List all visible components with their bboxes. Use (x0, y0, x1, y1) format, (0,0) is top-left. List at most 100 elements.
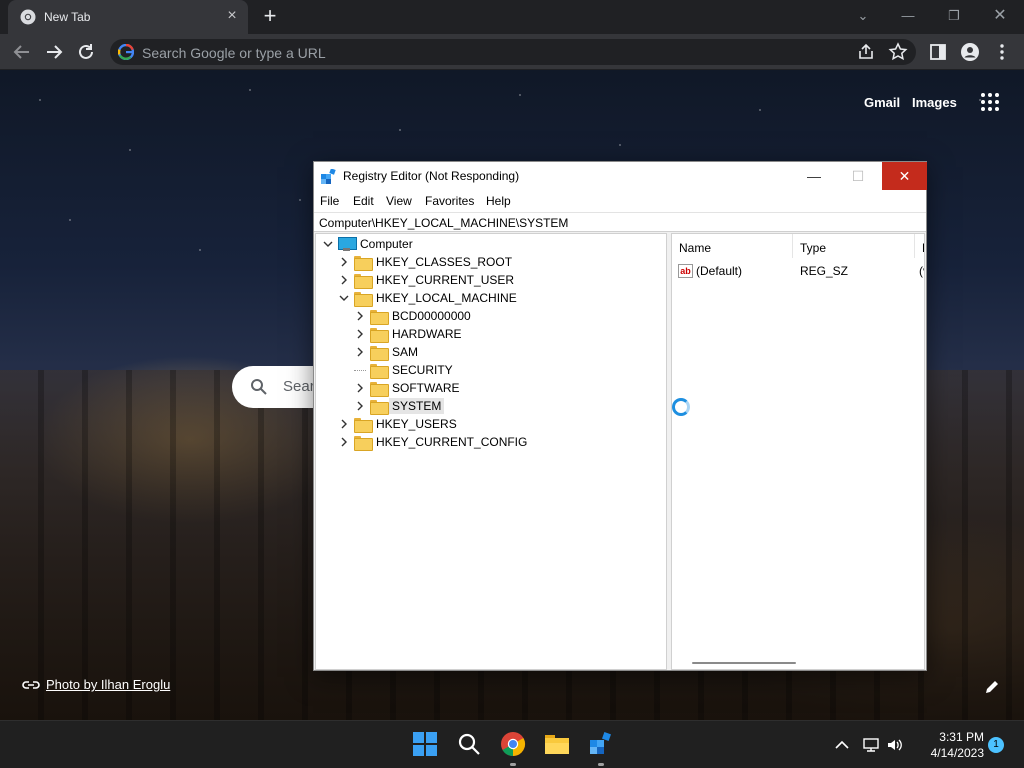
taskbar-search-icon[interactable] (456, 731, 482, 757)
images-link[interactable]: Images (912, 95, 957, 110)
tree-node-bcd[interactable]: BCD00000000 (354, 307, 471, 325)
taskbar-file-explorer-icon[interactable] (544, 731, 570, 757)
horizontal-scrollbar[interactable] (692, 662, 796, 664)
google-apps-grid-icon[interactable] (980, 92, 1000, 112)
volume-icon[interactable] (886, 736, 904, 754)
back-arrow-icon[interactable] (10, 40, 34, 64)
side-panel-icon[interactable] (928, 42, 948, 62)
windows-start-icon[interactable] (412, 731, 438, 757)
column-header-type[interactable]: Type (793, 234, 915, 258)
tree-node-computer[interactable]: Computer (322, 235, 413, 253)
tree-node-sam[interactable]: SAM (354, 343, 418, 361)
menu-favorites[interactable]: Favorites (425, 194, 474, 208)
folder-icon (370, 327, 389, 343)
tree-node-system[interactable]: SYSTEM (354, 397, 445, 415)
reload-icon[interactable] (74, 40, 98, 64)
minimize-button[interactable]: — (893, 6, 923, 26)
share-icon[interactable] (856, 42, 876, 62)
tree-label: SAM (392, 345, 419, 359)
omnibox[interactable]: Search Google or type a URL (110, 39, 916, 65)
customize-pencil-icon[interactable] (984, 679, 1000, 695)
kebab-menu-icon[interactable] (992, 42, 1012, 62)
tree-node-security[interactable]: SECURITY (354, 361, 453, 379)
value-row-default[interactable]: ab (Default) (678, 262, 742, 280)
registry-address-bar[interactable]: Computer\HKEY_LOCAL_MACHINE\SYSTEM (314, 212, 926, 232)
clock-date: 4/14/2023 (930, 746, 984, 760)
profile-icon[interactable] (960, 42, 980, 62)
close-window-button[interactable]: ✕ (985, 6, 1015, 26)
tree-node-hku[interactable]: HKEY_USERS (338, 415, 457, 433)
chevron-right-icon[interactable] (338, 418, 350, 430)
chevron-right-icon[interactable] (354, 382, 366, 394)
bookmark-star-icon[interactable] (888, 42, 908, 62)
windows-taskbar: 3:31 PM 4/14/2023 1 (0, 720, 1024, 768)
taskbar-registry-editor-icon[interactable] (588, 731, 614, 757)
registry-editor-app-icon (321, 169, 336, 184)
new-tab-button[interactable]: + (258, 5, 282, 28)
restore-button[interactable]: ❐ (939, 6, 969, 26)
chrome-icon (20, 9, 36, 25)
forward-arrow-icon[interactable] (42, 40, 66, 64)
chevron-down-icon[interactable] (338, 292, 350, 304)
chevron-right-icon[interactable] (354, 400, 366, 412)
chevron-right-icon[interactable] (338, 256, 350, 268)
folder-icon (370, 363, 389, 379)
tree-node-hardware[interactable]: HARDWARE (354, 325, 462, 343)
tree-label: HKEY_LOCAL_MACHINE (376, 291, 517, 305)
folder-icon (354, 273, 373, 289)
folder-icon (370, 345, 389, 361)
tab-close-icon[interactable]: × (224, 8, 240, 24)
registry-editor-window: Registry Editor (Not Responding) — ☐ ✕ F… (313, 161, 927, 671)
menu-help[interactable]: Help (486, 194, 511, 208)
browser-tab-strip: New Tab × + ⌄ — ❐ ✕ (0, 0, 1024, 34)
string-value-icon: ab (678, 264, 693, 278)
menu-edit[interactable]: Edit (353, 194, 374, 208)
tree-label: Computer (360, 237, 413, 251)
tree-connector (354, 364, 366, 371)
tree-label: HARDWARE (392, 327, 462, 341)
taskbar-clock[interactable]: 3:31 PM 4/14/2023 (914, 729, 984, 761)
photo-credit-link[interactable]: Photo by Ilhan Eroglu (22, 677, 170, 692)
tree-node-software[interactable]: SOFTWARE (354, 379, 460, 397)
menu-file[interactable]: File (320, 194, 339, 208)
value-name: (Default) (696, 264, 743, 278)
notification-badge[interactable]: 1 (988, 737, 1004, 753)
folder-icon (354, 291, 373, 307)
taskbar-chrome-icon[interactable] (500, 731, 526, 757)
value-type: REG_SZ (800, 264, 849, 278)
tab-title: New Tab (44, 10, 91, 24)
column-header-data[interactable]: D (915, 234, 924, 258)
tree-label: HKEY_USERS (376, 417, 457, 431)
value-type-cell: REG_SZ (800, 262, 848, 280)
chevron-right-icon[interactable] (354, 346, 366, 358)
tree-label-selected: SYSTEM (389, 398, 445, 414)
folder-icon (354, 417, 373, 433)
chevron-right-icon[interactable] (354, 328, 366, 340)
chevron-right-icon[interactable] (338, 436, 350, 448)
regedit-minimize-button[interactable]: — (792, 162, 836, 190)
registry-editor-titlebar[interactable]: Registry Editor (Not Responding) — ☐ ✕ (314, 162, 927, 190)
registry-values-pane[interactable]: Name Type D ab (Default) REG_SZ (v (671, 233, 925, 670)
chevron-right-icon[interactable] (338, 274, 350, 286)
regedit-maximize-button[interactable]: ☐ (836, 162, 880, 190)
chevron-right-icon[interactable] (354, 310, 366, 322)
show-hidden-icons-chevron-icon[interactable] (833, 736, 851, 754)
network-icon[interactable] (862, 736, 880, 754)
chevron-down-icon[interactable] (322, 238, 334, 250)
tab-search-chevron-icon[interactable]: ⌄ (848, 6, 878, 26)
regedit-close-button[interactable]: ✕ (882, 162, 927, 190)
tree-node-hkcr[interactable]: HKEY_CLASSES_ROOT (338, 253, 512, 271)
tree-label: HKEY_CLASSES_ROOT (376, 255, 513, 269)
tree-node-hkcu[interactable]: HKEY_CURRENT_USER (338, 271, 514, 289)
photo-credit-text: Photo by Ilhan Eroglu (46, 677, 171, 692)
busy-spinner-icon (672, 398, 690, 416)
menu-view[interactable]: View (386, 194, 412, 208)
tree-node-hklm[interactable]: HKEY_LOCAL_MACHINE (338, 289, 517, 307)
folder-icon (370, 309, 389, 325)
value-data: (v (919, 264, 924, 278)
tree-node-hkcc[interactable]: HKEY_CURRENT_CONFIG (338, 433, 527, 451)
browser-tab-new-tab[interactable]: New Tab × (8, 0, 248, 34)
column-header-name[interactable]: Name (672, 234, 793, 258)
gmail-link[interactable]: Gmail (864, 95, 900, 110)
registry-tree-pane[interactable]: Computer HKEY_CLASSES_ROOT HKEY_CURRENT_… (315, 233, 667, 670)
